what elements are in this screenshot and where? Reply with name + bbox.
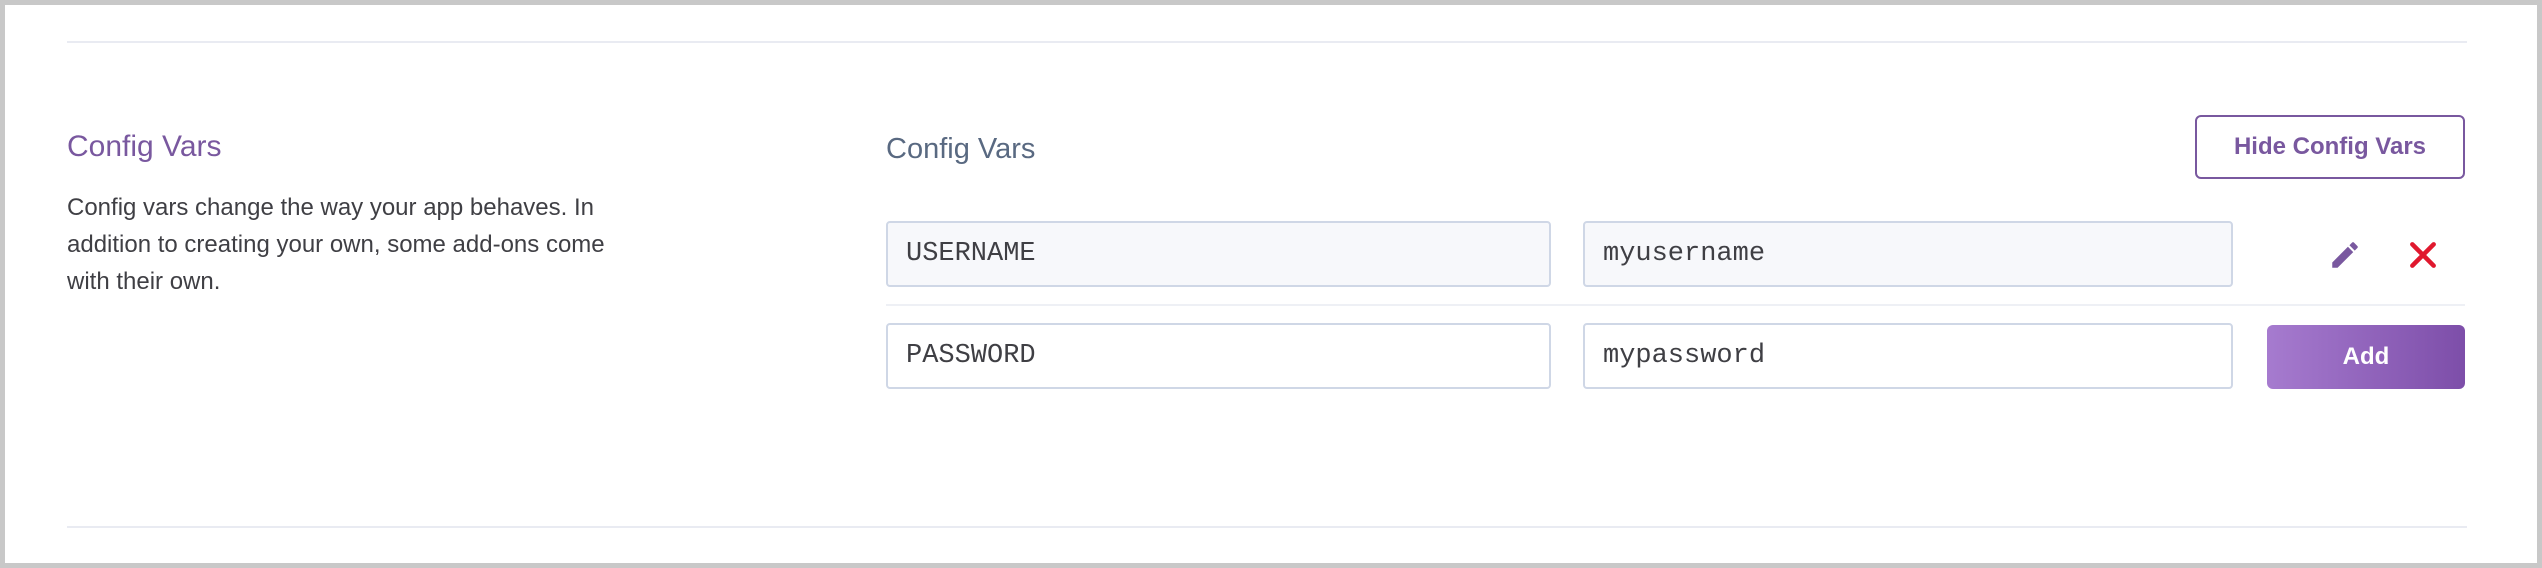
bottom-divider (67, 526, 2467, 528)
new-config-var-key-input[interactable] (886, 323, 1551, 389)
section-title: Config Vars (67, 130, 222, 163)
new-config-var-value-input[interactable] (1583, 323, 2233, 389)
add-config-var-button[interactable]: Add (2267, 325, 2465, 389)
config-var-value[interactable]: myusername (1583, 221, 2233, 287)
top-divider (67, 41, 2467, 43)
config-vars-heading: Config Vars (886, 133, 1036, 165)
delete-config-var-button[interactable] (2401, 233, 2445, 277)
section-description: Config vars change the way your app beha… (67, 194, 605, 295)
hide-config-vars-button[interactable]: Hide Config Vars (2195, 115, 2465, 179)
config-var-key[interactable]: USERNAME (886, 221, 1551, 287)
pencil-icon (2332, 242, 2358, 268)
close-icon (2410, 242, 2436, 268)
row-divider (886, 304, 2465, 306)
config-vars-card: Config Vars Config vars change the way y… (0, 0, 2542, 568)
edit-config-var-button[interactable] (2323, 233, 2367, 277)
